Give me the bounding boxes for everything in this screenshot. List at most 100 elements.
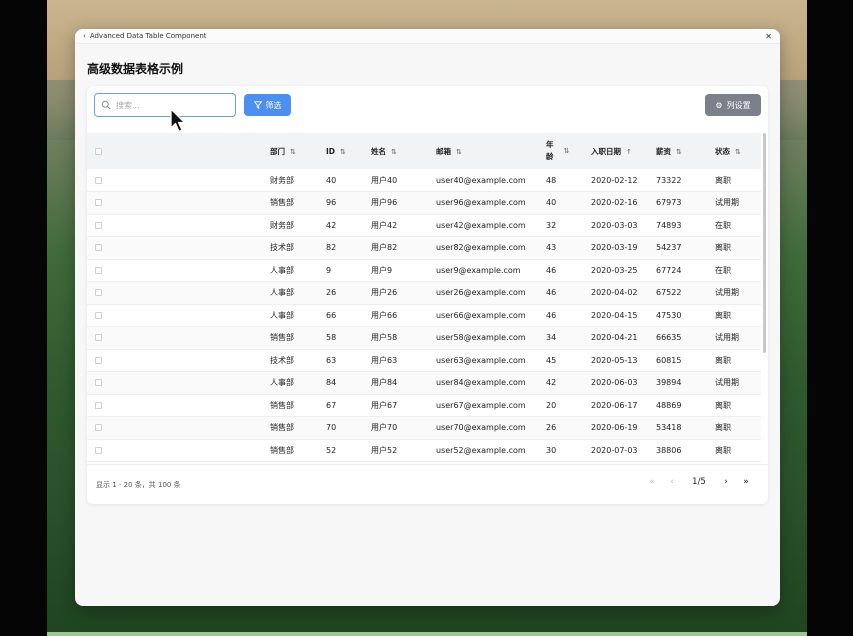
cell-status: 离职 bbox=[715, 169, 761, 192]
select-all-checkbox[interactable] bbox=[95, 148, 102, 155]
cell-dept: 销售部 bbox=[270, 416, 326, 440]
row-checkbox[interactable] bbox=[95, 311, 102, 319]
cell-date: 2020-05-13 bbox=[591, 349, 656, 372]
prev-page-icon[interactable]: ‹ bbox=[662, 477, 682, 487]
row-checkbox[interactable] bbox=[95, 379, 102, 387]
cell-name: 用户52 bbox=[371, 439, 436, 462]
table-row[interactable]: 销售部 58 用户58 user58@example.com 34 2020-04-21 6… bbox=[87, 326, 761, 350]
table-row[interactable]: 财务部 42 用户42 user42@example.com 32 2020-03-03 7… bbox=[87, 214, 761, 237]
cell-salary: 67973 bbox=[656, 191, 715, 215]
cell-salary: 47530 bbox=[656, 304, 715, 327]
cell-email: user84@example.com bbox=[436, 371, 546, 395]
row-checkbox[interactable] bbox=[95, 176, 102, 184]
cell-dept: 人事部 bbox=[270, 371, 326, 395]
table-row[interactable]: 销售部 70 用户70 user70@example.com 26 2020-06-19 5… bbox=[87, 416, 761, 440]
cell-status: 离职 bbox=[715, 439, 761, 462]
cell-dept: 人事部 bbox=[270, 304, 326, 327]
row-checkbox[interactable] bbox=[95, 424, 102, 432]
sort-icon: ⇅ bbox=[340, 147, 346, 156]
header-dept[interactable]: 部门 ⇅ bbox=[270, 133, 326, 169]
data-table-card: 筛选 ⚙ 列设置 部门⇅ ID⇅ 姓名⇅ 邮箱⇅ bbox=[87, 86, 768, 504]
filter-icon bbox=[253, 101, 262, 109]
table-row[interactable]: 销售部 52 用户52 user52@example.com 30 2020-07-03 3… bbox=[87, 439, 761, 462]
cell-date: 2020-04-21 bbox=[591, 326, 656, 350]
cell-id: 96 bbox=[326, 191, 371, 215]
cell-salary: 60815 bbox=[656, 349, 715, 372]
row-select-cell bbox=[87, 259, 270, 282]
row-checkbox[interactable] bbox=[95, 221, 102, 229]
cell-name: 用户67 bbox=[371, 394, 436, 417]
row-checkbox[interactable] bbox=[95, 334, 102, 342]
table-row[interactable]: 技术部 63 用户63 user63@example.com 45 2020-05-13 6… bbox=[87, 349, 761, 372]
table-footer: 显示 1 - 20 条，共 100 条 « ‹ 1/5 › » bbox=[87, 464, 768, 504]
row-checkbox[interactable] bbox=[95, 356, 102, 364]
table-row[interactable]: 销售部 67 用户67 user67@example.com 20 2020-06-17 4… bbox=[87, 394, 761, 417]
header-name[interactable]: 姓名 ⇅ bbox=[371, 133, 436, 169]
column-settings-button[interactable]: ⚙ 列设置 bbox=[705, 94, 761, 116]
row-checkbox[interactable] bbox=[95, 244, 102, 252]
table-row[interactable]: 技术部 82 用户82 user82@example.com 43 2020-03-19 5… bbox=[87, 236, 761, 260]
sort-icon: ⇅ bbox=[676, 147, 682, 156]
row-checkbox[interactable] bbox=[95, 266, 102, 274]
cell-date: 2020-04-15 bbox=[591, 304, 656, 327]
next-page-icon[interactable]: › bbox=[716, 477, 736, 487]
cell-email: user66@example.com bbox=[436, 304, 546, 327]
row-checkbox[interactable] bbox=[95, 289, 102, 297]
cell-id: 40 bbox=[326, 169, 371, 192]
table-row[interactable]: 销售部 96 用户96 user96@example.com 40 2020-02-16 6… bbox=[87, 191, 761, 215]
header-id[interactable]: ID ⇅ bbox=[326, 133, 371, 169]
cell-email: user52@example.com bbox=[436, 439, 546, 462]
close-icon[interactable]: ✕ bbox=[765, 32, 772, 41]
toolbar: 筛选 ⚙ 列设置 bbox=[94, 93, 761, 117]
cell-age: 40 bbox=[546, 191, 591, 215]
cell-dept: 财务部 bbox=[270, 214, 326, 237]
header-hire-date[interactable]: 入职日期 ↑ bbox=[591, 133, 656, 169]
filter-button-label: 筛选 bbox=[265, 100, 282, 110]
filter-button[interactable]: 筛选 bbox=[244, 94, 291, 116]
cell-id: 84 bbox=[326, 371, 371, 395]
row-checkbox[interactable] bbox=[95, 446, 102, 454]
cell-email: user70@example.com bbox=[436, 416, 546, 440]
cell-id: 26 bbox=[326, 281, 371, 305]
search-input[interactable] bbox=[116, 100, 216, 110]
table-row[interactable]: 人事部 66 用户66 user66@example.com 46 2020-04-15 4… bbox=[87, 304, 761, 327]
row-checkbox[interactable] bbox=[95, 401, 102, 409]
cell-name: 用户63 bbox=[371, 349, 436, 372]
table-row[interactable]: 人事部 84 用户84 user84@example.com 42 2020-06-03 3… bbox=[87, 371, 761, 395]
table-row[interactable]: 人事部 9 用户9 user9@example.com 46 2020-03-25 6772… bbox=[87, 259, 761, 282]
sort-asc-icon: ↑ bbox=[626, 147, 632, 156]
row-select-cell bbox=[87, 169, 270, 192]
cell-date: 2020-06-19 bbox=[591, 416, 656, 440]
row-checkbox[interactable] bbox=[95, 199, 102, 207]
first-page-icon[interactable]: « bbox=[642, 477, 662, 487]
cell-status: 试用期 bbox=[715, 371, 761, 395]
table-scrollbar[interactable] bbox=[763, 133, 766, 353]
header-email[interactable]: 邮箱 ⇅ bbox=[436, 133, 546, 169]
row-select-cell bbox=[87, 326, 270, 350]
cell-status: 离职 bbox=[715, 416, 761, 440]
last-page-icon[interactable]: » bbox=[736, 477, 756, 487]
row-select-cell bbox=[87, 394, 270, 417]
cell-status: 离职 bbox=[715, 349, 761, 372]
cell-dept: 财务部 bbox=[270, 169, 326, 192]
table-row[interactable]: 财务部 40 用户40 user40@example.com 48 2020-02-12 7… bbox=[87, 169, 761, 192]
cell-email: user9@example.com bbox=[436, 259, 546, 282]
cell-date: 2020-04-02 bbox=[591, 281, 656, 305]
gear-icon: ⚙ bbox=[715, 100, 723, 110]
search-box[interactable] bbox=[94, 93, 236, 117]
header-salary[interactable]: 薪资 ⇅ bbox=[656, 133, 715, 169]
cell-dept: 销售部 bbox=[270, 394, 326, 417]
cell-dept: 销售部 bbox=[270, 326, 326, 350]
cell-name: 用户26 bbox=[371, 281, 436, 305]
cell-status: 离职 bbox=[715, 304, 761, 327]
cell-dept: 技术部 bbox=[270, 236, 326, 260]
header-age[interactable]: 年 龄 ⇅ bbox=[546, 133, 591, 169]
table-row[interactable]: 人事部 26 用户26 user26@example.com 46 2020-04-02 6… bbox=[87, 281, 761, 305]
back-chevron-icon[interactable]: ‹ bbox=[83, 32, 86, 40]
cell-salary: 66635 bbox=[656, 326, 715, 350]
header-status[interactable]: 状态 ⇅ bbox=[715, 133, 761, 169]
cell-id: 70 bbox=[326, 416, 371, 440]
cell-age: 20 bbox=[546, 394, 591, 417]
table-header-row: 部门 ⇅ ID ⇅ 姓名 ⇅ 邮箱 ⇅ 年 龄 ⇅ 入职日期 ↑ 薪资 ⇅ 状态… bbox=[87, 133, 761, 169]
bottom-strip bbox=[47, 632, 807, 636]
